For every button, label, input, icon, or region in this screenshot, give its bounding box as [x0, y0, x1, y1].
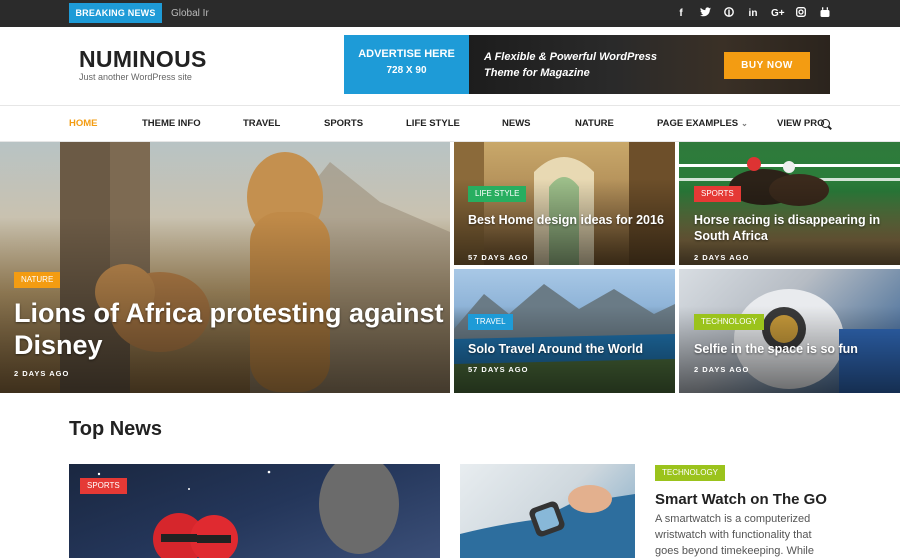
featured-post-sports[interactable]: SPORTS Horse racing is disappearing in S…: [679, 142, 900, 265]
nav-item-life-style[interactable]: LIFE STYLE: [406, 106, 460, 142]
post-date: 57 DAYS AGO: [468, 253, 529, 262]
featured-post-travel[interactable]: TRAVEL Solo Travel Around the World 57 D…: [454, 269, 675, 393]
ad-promo-line2: Theme for Magazine: [484, 67, 590, 79]
post-title[interactable]: Selfie in the space is so fun: [694, 341, 894, 357]
youtube-icon[interactable]: [819, 6, 831, 21]
top-news-card-sports[interactable]: SPORTS: [69, 464, 440, 558]
category-badge[interactable]: TRAVEL: [468, 314, 513, 330]
post-title[interactable]: Smart Watch on The GO: [655, 491, 827, 508]
instagram-icon[interactable]: [795, 7, 807, 20]
category-badge[interactable]: SPORTS: [694, 186, 741, 202]
breaking-news-label: BREAKING NEWS: [69, 3, 162, 23]
category-badge[interactable]: LIFE STYLE: [468, 186, 527, 202]
section-heading: Top News: [69, 418, 162, 440]
post-date: 2 DAYS AGO: [694, 365, 750, 374]
post-date: 2 DAYS AGO: [694, 253, 750, 262]
nav-item-travel[interactable]: TRAVEL: [243, 106, 280, 142]
post-date: 57 DAYS AGO: [468, 365, 529, 374]
ad-advertise-label: ADVERTISE HERE: [358, 48, 455, 60]
nav-item-page-examples[interactable]: PAGE EXAMPLES ⌄: [657, 106, 748, 142]
site-logo[interactable]: NUMINOUS: [79, 46, 207, 73]
social-links: f in G+: [675, 0, 831, 27]
news-ticker[interactable]: Global Ir: [171, 0, 211, 27]
advertisement-banner[interactable]: ADVERTISE HERE 728 X 90 A Flexible & Pow…: [344, 35, 830, 94]
post-title[interactable]: Best Home design ideas for 2016: [468, 212, 668, 228]
top-bar: BREAKING NEWS Global Ir f in G+: [0, 0, 900, 27]
featured-post-large[interactable]: NATURE Lions of Africa protesting agains…: [0, 142, 450, 393]
site-header: NUMINOUS Just another WordPress site ADV…: [0, 27, 900, 106]
post-excerpt: A smartwatch is a computerized wristwatc…: [655, 513, 814, 557]
post-title[interactable]: Horse racing is disappearing in South Af…: [694, 212, 894, 244]
category-badge[interactable]: NATURE: [14, 272, 61, 288]
google-plus-icon[interactable]: G+: [771, 8, 785, 19]
post-date: 2 DAYS AGO: [14, 369, 70, 378]
ad-promo-text: A Flexible & Powerful WordPress Theme fo…: [484, 49, 664, 81]
smartwatch-image: [460, 485, 635, 558]
nav-item-page-examples-label: PAGE EXAMPLES: [657, 118, 739, 129]
nav-item-theme-info[interactable]: THEME INFO: [142, 106, 201, 142]
category-badge[interactable]: TECHNOLOGY: [655, 465, 726, 481]
chevron-down-icon: ⌄: [741, 119, 748, 128]
linkedin-icon[interactable]: in: [747, 8, 759, 19]
ad-advertise-block: ADVERTISE HERE 728 X 90: [344, 35, 469, 94]
nav-item-view-pro[interactable]: VIEW PRO: [777, 106, 825, 142]
nav-item-home[interactable]: HOME: [69, 106, 98, 142]
main-navigation: HOME THEME INFO TRAVEL SPORTS LIFE STYLE…: [0, 106, 900, 142]
ad-size-label: 728 X 90: [386, 65, 427, 76]
facebook-icon[interactable]: f: [675, 8, 687, 19]
top-news-card-smartwatch-image[interactable]: [460, 464, 635, 558]
nav-item-sports[interactable]: SPORTS: [324, 106, 363, 142]
search-icon[interactable]: [821, 119, 830, 128]
nav-item-news[interactable]: NEWS: [502, 106, 531, 142]
buy-now-button[interactable]: BUY NOW: [724, 52, 810, 79]
post-title[interactable]: Lions of Africa protesting against Disne…: [14, 297, 444, 361]
category-badge[interactable]: SPORTS: [80, 478, 127, 494]
ad-promo-line1: A Flexible & Powerful WordPress: [484, 51, 657, 63]
category-badge[interactable]: TECHNOLOGY: [694, 314, 765, 330]
twitter-icon[interactable]: [699, 7, 711, 20]
nav-item-nature[interactable]: NATURE: [575, 106, 614, 142]
site-tagline: Just another WordPress site: [79, 72, 192, 82]
pinterest-icon[interactable]: [723, 7, 735, 20]
post-title[interactable]: Solo Travel Around the World: [468, 341, 668, 357]
featured-post-technology[interactable]: TECHNOLOGY Selfie in the space is so fun…: [679, 269, 900, 393]
featured-post-lifestyle[interactable]: LIFE STYLE Best Home design ideas for 20…: [454, 142, 675, 265]
